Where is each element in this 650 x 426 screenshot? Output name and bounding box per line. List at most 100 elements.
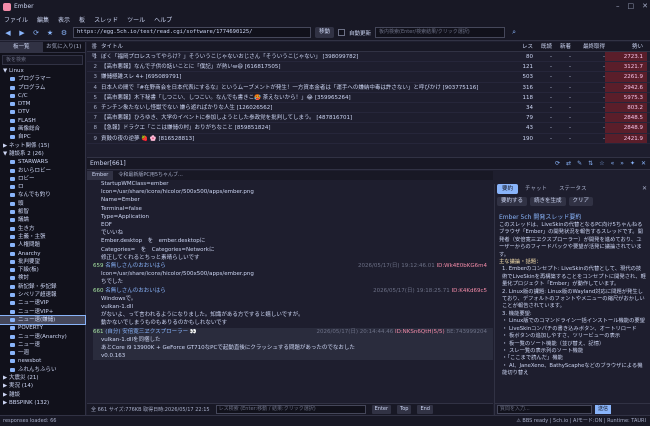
link-icon[interactable]: ⇄ [566,160,571,167]
thread-row[interactable]: 8 【急報】ドラクエ「ここは嫌儲の村」おりがちなこと [859851824] 43 -… [87,123,650,134]
sidebar-board-item[interactable]: シベリア超速報 [0,291,85,299]
sidebar-board-item[interactable]: STARWARS [0,158,85,166]
sidebar-board-item[interactable]: ニュー速VIP [0,299,85,307]
sidebar-board-item[interactable]: ニュー速(Anarchy) [0,333,85,341]
sidebar-board-item[interactable]: プログラム [0,84,85,92]
post-author[interactable]: (自分) 安倍寛三ヱクスプローラー 👀 [105,329,196,335]
sidebar-board-item[interactable]: ニュー速 [0,341,85,349]
sidebar-board-item[interactable]: 主義・主張 [0,233,85,241]
sidebar-board-item[interactable]: ニュー速VIP+ [0,308,85,316]
sidebar-board-item[interactable]: 生き方 [0,225,85,233]
sidebar-board-item[interactable]: 頭 [0,200,85,208]
post-number[interactable]: 660 [93,288,104,294]
thread-row[interactable]: 4 日本人の間で『#在野商会を日本代表にするな』というムーブメントが発生！一方資本… [87,82,650,93]
url-input[interactable]: https://egg.5ch.io/test/read.cgi/softwar… [73,27,311,38]
col-read[interactable]: 既読 [533,42,552,51]
sidebar-board-item[interactable]: 人権問題 [0,241,85,249]
post-be[interactable]: BE:743999204 [446,329,487,335]
col-momentum[interactable]: 勢い [605,42,647,51]
sidebar-board-item[interactable]: 叡智 [0,208,85,216]
close-icon[interactable]: ✕ [642,2,648,10]
back-icon[interactable]: ◀ [3,28,13,38]
sidebar-category[interactable]: ▶ ネット関係 (15) [0,142,85,150]
close-icon[interactable]: ✕ [642,185,647,192]
continue-button[interactable]: 続きを生成 [530,197,566,206]
sidebar-board-item[interactable]: 検討 [0,274,85,282]
sidebar-board-item[interactable]: おいらロビー [0,167,85,175]
close-icon[interactable]: ✕ [641,160,646,167]
sidebar-board-item[interactable]: 新記録・歩記録 [0,283,85,291]
post-number[interactable]: 659 [93,263,104,269]
menu-tools[interactable]: ツール [127,15,145,24]
thread-row[interactable]: 7 【高市悪報】ひろゆき、大学のイベントに参加しようとした参政党を批判してしまう。… [87,113,650,124]
tab-summary[interactable]: 要約 [497,184,519,194]
reload-icon[interactable]: ⟳ [555,160,560,167]
ai-icon[interactable]: ✦ [630,160,635,167]
enter-button[interactable]: Enter [371,405,392,414]
sidebar-board-item[interactable]: 画像総合 [0,125,85,133]
response-search-input[interactable]: レス検索 (Enter:移動 / 結果:クリック選択) [215,405,366,414]
ai-question-input[interactable]: 質問を入力... [497,405,592,414]
back-icon[interactable]: « [611,160,615,167]
thread-row[interactable]: 3 嫌儲極雑スレ 4+ [695089791] 503- - -2261.9 [87,72,650,83]
thread-row[interactable]: 1 ぼく「福岡プロレスってやらけ？」そういうこじゃないおじさん「そういうこじゃない… [87,52,650,63]
menu-view[interactable]: 表示 [58,15,70,24]
sidebar-board-item[interactable]: 自PC [0,133,85,141]
refresh-icon[interactable]: ⟳ [31,28,41,38]
settings-icon[interactable]: ⚙ [59,28,69,38]
post-id[interactable]: ID:NKSn6QtH(5/5) [395,329,445,335]
sidebar-board-item[interactable]: newsbot [0,357,85,365]
sidebar-board-item[interactable]: 議論 [0,216,85,224]
sidebar-board-item[interactable]: ニュー速(嫌儲) [0,314,86,326]
post-number[interactable]: 661 [93,329,104,335]
col-title[interactable]: タイトル [97,42,511,51]
tab-reader-ember[interactable]: Ember [87,171,114,180]
clear-button[interactable]: クリア [568,197,594,206]
minimize-icon[interactable]: – [616,2,620,10]
sidebar-board-item[interactable]: なんでも釣り [0,191,85,199]
post-author[interactable]: 名無しさんのおおいはら [105,263,166,269]
end-button[interactable]: End [417,405,433,414]
summarize-button[interactable]: 要約する [497,197,528,206]
menu-file[interactable]: ファイル [4,15,28,24]
tab-status[interactable]: ステータス [554,184,592,194]
thread-row[interactable]: 9 貢鼓の夜の逆夢 🍓 🌸 [816528813] 190- - -2421.9 [87,133,650,144]
board-filter-input[interactable]: 板を検索 [2,55,83,65]
forward-icon[interactable]: ▶ [17,28,27,38]
sort-icon[interactable]: ⇅ [588,160,593,167]
auto-refresh-checkbox[interactable] [338,29,346,36]
post-author[interactable]: 名無しさんのおおいはら [105,288,166,294]
menu-board[interactable]: 板 [79,15,85,24]
col-res[interactable]: レス [511,42,533,51]
sidebar-category[interactable]: ▶ 大震災 (21) [0,374,85,382]
tab-board-list[interactable]: 板一覧 [0,42,43,52]
sidebar-board-item[interactable]: DTV [0,108,85,116]
send-button[interactable]: 送信 [595,405,612,414]
sidebar-board-item[interactable]: 一週 [0,349,85,357]
sidebar-category[interactable]: ▶ 雑談 [0,391,85,399]
edit-icon[interactable]: ✎ [577,160,582,167]
col-number[interactable]: 番号 [87,42,97,60]
sidebar-board-item[interactable]: ロビー [0,175,85,183]
sidebar-board-item[interactable]: 批判要望 [0,258,85,266]
sidebar-board-item[interactable]: 下級(板) [0,266,85,274]
menu-thread[interactable]: スレッド [94,15,118,24]
sidebar-board-item[interactable]: ロ [0,183,85,191]
sidebar-board-item[interactable]: C/C [0,92,85,100]
post-id[interactable]: ID:Wk4E0bKG6m4 [436,263,487,269]
tab-reader-other[interactable]: 令和最新版PC用5ちゃんブ... [113,171,187,180]
menu-help[interactable]: ヘルプ [154,15,172,24]
sidebar-category[interactable]: ▶ 実況 (14) [0,382,85,390]
sidebar-board-item[interactable]: DTM [0,100,85,108]
sidebar-board-item[interactable]: FLASH [0,117,85,125]
sidebar-category[interactable]: ▼ 雑談系 2 (26) [0,150,85,158]
thread-row[interactable]: 6 チンチン象たないし怪獣でない 嫌ら遊ればかりな人生 [126026562] 34… [87,102,650,114]
sidebar-board-item[interactable]: プログラマー [0,75,85,83]
col-new[interactable]: 新着 [552,42,571,51]
thread-row[interactable]: 5 【高市悪報】木下秘書「しつこい、しつこい。なんでも書きこ🥵 茶えないから！」😂… [87,92,650,103]
tab-favorites[interactable]: お気に入り(1) [43,42,86,52]
menu-edit[interactable]: 編集 [37,15,49,24]
post-id[interactable]: ID:K4Kd69c5 [452,288,487,294]
star-icon[interactable]: ★ [45,28,55,38]
tab-chat[interactable]: チャット [520,184,552,194]
